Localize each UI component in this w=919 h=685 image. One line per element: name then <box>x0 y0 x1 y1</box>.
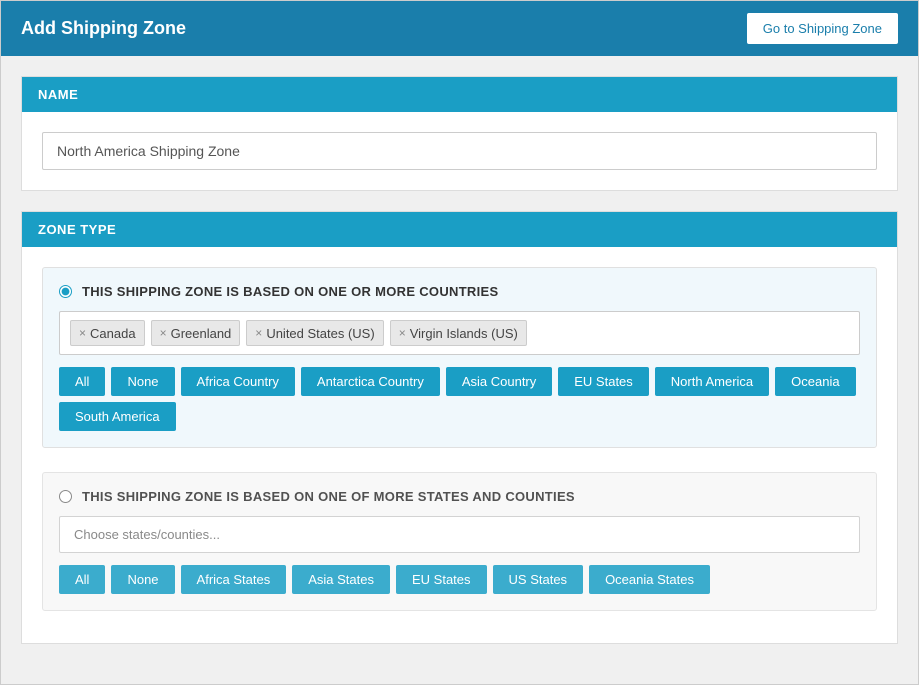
countries-radio-row: THIS SHIPPING ZONE IS BASED ON ONE OR MO… <box>59 284 860 299</box>
countries-radio[interactable] <box>59 285 72 298</box>
zone-type-section: ZONE TYPE THIS SHIPPING ZONE IS BASED ON… <box>21 211 898 644</box>
countries-option: THIS SHIPPING ZONE IS BASED ON ONE OR MO… <box>42 267 877 448</box>
eu-states-country-button[interactable]: EU States <box>558 367 649 396</box>
zone-options-wrapper: THIS SHIPPING ZONE IS BASED ON ONE OR MO… <box>42 267 877 623</box>
remove-greenland-icon[interactable]: × <box>160 326 167 340</box>
zone-name-input[interactable] <box>42 132 877 170</box>
tag-greenland-label: Greenland <box>171 326 232 341</box>
africa-country-button[interactable]: Africa Country <box>181 367 295 396</box>
oceania-button[interactable]: Oceania <box>775 367 855 396</box>
go-to-shipping-zone-button[interactable]: Go to Shipping Zone <box>747 13 898 44</box>
antarctica-country-button[interactable]: Antarctica Country <box>301 367 440 396</box>
states-btn-group: All None Africa States Asia States EU St… <box>59 565 860 594</box>
states-option: THIS SHIPPING ZONE IS BASED ON ONE OF MO… <box>42 472 877 611</box>
states-search-input[interactable] <box>59 516 860 553</box>
us-states-button[interactable]: US States <box>493 565 584 594</box>
countries-btn-group: All None Africa Country Antarctica Count… <box>59 367 860 431</box>
states-radio-row: THIS SHIPPING ZONE IS BASED ON ONE OF MO… <box>59 489 860 504</box>
all-countries-button[interactable]: All <box>59 367 105 396</box>
none-states-button[interactable]: None <box>111 565 174 594</box>
africa-states-button[interactable]: Africa States <box>181 565 287 594</box>
remove-vi-icon[interactable]: × <box>399 326 406 340</box>
remove-canada-icon[interactable]: × <box>79 326 86 340</box>
countries-tags-box: × Canada × Greenland × United States (US… <box>59 311 860 355</box>
asia-country-button[interactable]: Asia Country <box>446 367 552 396</box>
countries-radio-label: THIS SHIPPING ZONE IS BASED ON ONE OR MO… <box>82 284 498 299</box>
none-countries-button[interactable]: None <box>111 367 174 396</box>
tag-vi-label: Virgin Islands (US) <box>410 326 518 341</box>
name-section: NAME <box>21 76 898 191</box>
states-radio-label: THIS SHIPPING ZONE IS BASED ON ONE OF MO… <box>82 489 575 504</box>
all-states-button[interactable]: All <box>59 565 105 594</box>
remove-us-icon[interactable]: × <box>255 326 262 340</box>
name-section-heading: NAME <box>22 77 897 112</box>
page-title: Add Shipping Zone <box>21 18 186 39</box>
south-america-button[interactable]: South America <box>59 402 176 431</box>
oceania-states-button[interactable]: Oceania States <box>589 565 710 594</box>
asia-states-button[interactable]: Asia States <box>292 565 390 594</box>
window: Add Shipping Zone Go to Shipping Zone NA… <box>0 0 919 685</box>
tag-us: × United States (US) <box>246 320 383 346</box>
north-america-button[interactable]: North America <box>655 367 769 396</box>
tag-canada: × Canada <box>70 320 145 346</box>
header: Add Shipping Zone Go to Shipping Zone <box>1 1 918 56</box>
states-radio[interactable] <box>59 490 72 503</box>
tag-greenland: × Greenland <box>151 320 241 346</box>
content-area: NAME ZONE TYPE THIS SHIPPING ZONE IS BAS… <box>1 56 918 684</box>
tag-us-label: United States (US) <box>266 326 374 341</box>
eu-states-button[interactable]: EU States <box>396 565 487 594</box>
tag-canada-label: Canada <box>90 326 136 341</box>
tag-vi: × Virgin Islands (US) <box>390 320 527 346</box>
name-section-body <box>22 112 897 190</box>
zone-type-heading: ZONE TYPE <box>22 212 897 247</box>
zone-type-body: THIS SHIPPING ZONE IS BASED ON ONE OR MO… <box>22 247 897 643</box>
